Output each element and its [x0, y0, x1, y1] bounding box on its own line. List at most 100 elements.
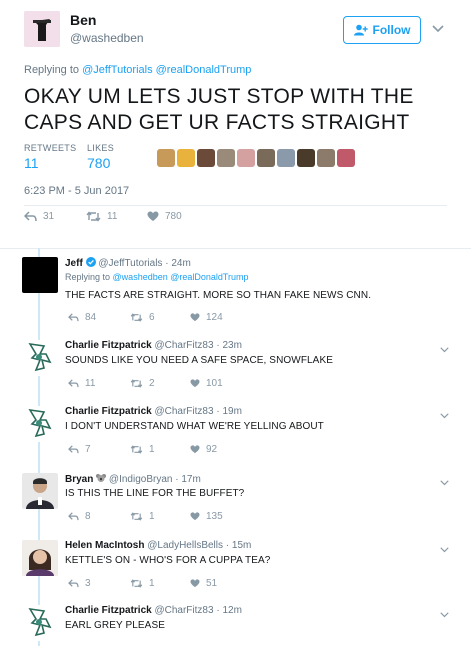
retweet-button[interactable]: 1 [130, 444, 155, 455]
author-handle[interactable]: @LadyHellsBells [147, 540, 223, 551]
reply-button[interactable]: 8 [68, 511, 91, 522]
author-name[interactable]: Charlie Fitzpatrick [65, 605, 152, 616]
retweet-icon [86, 211, 101, 222]
liker-avatar[interactable] [217, 149, 235, 167]
liker-avatar[interactable] [157, 149, 175, 167]
liker-avatar[interactable] [257, 149, 275, 167]
replying-to: Replying to @JeffTutorials @realDonaldTr… [24, 64, 251, 76]
replying-to: Replying to @washedben @realDonaldTrump [65, 272, 249, 282]
reply-icon [24, 211, 37, 222]
reply-tweet[interactable]: Charlie Fitzpatrick @CharFitz83 · 12m EA… [0, 605, 471, 646]
like-button[interactable]: 92 [190, 444, 217, 455]
koala-emoji-icon [96, 474, 107, 482]
chevron-down-icon[interactable] [440, 475, 449, 489]
author-handle[interactable]: @IndigoBryan [109, 474, 173, 485]
reply-time[interactable]: 23m [222, 340, 241, 351]
like-button[interactable]: 124 [190, 312, 223, 323]
reply-tweet[interactable]: Bryan @IndigoBryan · 17m IS THIS THE LIN… [0, 473, 471, 528]
retweet-button[interactable]: 1 [130, 511, 155, 522]
heart-icon [190, 445, 200, 454]
reply-header: Jeff @JeffTutorials · 24m [65, 257, 191, 269]
like-button[interactable]: 135 [190, 511, 223, 522]
retweet-button[interactable]: 6 [130, 312, 155, 323]
reply-button[interactable]: 31 [24, 211, 54, 222]
replying-to-link[interactable]: @washedben @realDonaldTrump [113, 272, 249, 282]
author-name[interactable]: Charlie Fitzpatrick [65, 340, 152, 351]
reply-header: Helen MacIntosh @LadyHellsBells · 15m [65, 540, 252, 551]
divider [24, 205, 447, 206]
add-user-icon [353, 24, 368, 36]
author-handle[interactable]: @washedben [70, 31, 144, 45]
liker-avatar[interactable] [337, 149, 355, 167]
reply-header: Bryan @IndigoBryan · 17m [65, 474, 201, 485]
author-handle[interactable]: @JeffTutorials [98, 258, 162, 269]
retweet-icon [130, 313, 143, 322]
replying-to-link[interactable]: @JeffTutorials @realDonaldTrump [82, 64, 251, 76]
reply-icon [68, 579, 79, 588]
like-count: 92 [206, 444, 218, 455]
reply-text: I DON'T UNDERSTAND WHAT WE'RE YELLING AB… [65, 421, 324, 432]
author-name[interactable]: Charlie Fitzpatrick [65, 406, 152, 417]
like-count: 135 [206, 511, 223, 522]
liker-avatar[interactable] [177, 149, 195, 167]
tweet-text: OKAY UM LETS JUST STOP WITH THE CAPS AND… [24, 85, 414, 134]
author-name[interactable]: Ben [70, 12, 96, 28]
avatar[interactable] [22, 406, 58, 442]
follow-label: Follow [372, 23, 411, 37]
reply-text: THE FACTS ARE STRAIGHT. MORE SO THAN FAK… [65, 290, 372, 301]
avatar[interactable] [22, 473, 58, 509]
author-name[interactable]: Helen MacIntosh [65, 540, 144, 551]
like-button[interactable]: 101 [190, 378, 223, 389]
reply-time[interactable]: 15m [232, 540, 251, 551]
heart-icon [190, 579, 200, 588]
retweet-button[interactable]: 2 [130, 378, 155, 389]
avatar[interactable] [22, 340, 58, 376]
liker-avatar[interactable] [237, 149, 255, 167]
liker-avatar[interactable] [277, 149, 295, 167]
author-name[interactable]: Jeff [65, 258, 83, 269]
avatar[interactable] [22, 540, 58, 576]
like-button[interactable]: 780 [147, 211, 182, 222]
reply-button[interactable]: 84 [68, 312, 96, 323]
avatar[interactable] [22, 257, 58, 293]
like-button[interactable]: 51 [190, 578, 217, 589]
chevron-down-icon[interactable] [440, 342, 449, 356]
reply-count: 8 [85, 511, 91, 522]
liker-avatar[interactable] [197, 149, 215, 167]
replying-prefix: Replying to [24, 64, 80, 76]
retweet-button[interactable]: 1 [130, 578, 155, 589]
retweet-button[interactable]: 11 [86, 211, 117, 222]
reply-button[interactable]: 11 [68, 378, 95, 389]
reply-tweet[interactable]: Jeff @JeffTutorials · 24m Replying to @w… [0, 257, 471, 327]
replying-prefix: Replying to [65, 272, 111, 282]
likes-count[interactable]: 780 [87, 155, 110, 171]
retweets-count[interactable]: 11 [24, 155, 39, 171]
author-name[interactable]: Bryan [65, 474, 93, 485]
reply-time[interactable]: 19m [222, 406, 241, 417]
avatar[interactable] [24, 11, 60, 47]
reply-tweet[interactable]: Charlie Fitzpatrick @CharFitz83 · 23m SO… [0, 340, 471, 395]
liker-avatar[interactable] [317, 149, 335, 167]
author-handle[interactable]: @CharFitz83 [154, 406, 213, 417]
like-count: 51 [206, 578, 218, 589]
reply-time[interactable]: 12m [222, 605, 241, 616]
retweet-icon [130, 379, 143, 388]
follow-button[interactable]: Follow [343, 16, 421, 44]
chevron-down-icon[interactable] [440, 408, 449, 422]
reply-button[interactable]: 3 [68, 578, 91, 589]
reply-tweet[interactable]: Charlie Fitzpatrick @CharFitz83 · 19m I … [0, 406, 471, 461]
chevron-down-icon[interactable] [440, 607, 449, 621]
chevron-down-icon[interactable] [432, 22, 444, 36]
chevron-down-icon[interactable] [440, 542, 449, 556]
reply-button[interactable]: 7 [68, 444, 91, 455]
retweet-count: 1 [149, 511, 155, 522]
heart-icon [190, 379, 200, 388]
liker-avatar[interactable] [297, 149, 315, 167]
author-handle[interactable]: @CharFitz83 [154, 605, 213, 616]
avatar[interactable] [22, 605, 58, 641]
timestamp[interactable]: 6:23 PM - 5 Jun 2017 [24, 185, 129, 197]
reply-time[interactable]: 24m [171, 258, 190, 269]
reply-tweet[interactable]: Helen MacIntosh @LadyHellsBells · 15m KE… [0, 540, 471, 595]
author-handle[interactable]: @CharFitz83 [154, 340, 213, 351]
reply-time[interactable]: 17m [181, 474, 200, 485]
